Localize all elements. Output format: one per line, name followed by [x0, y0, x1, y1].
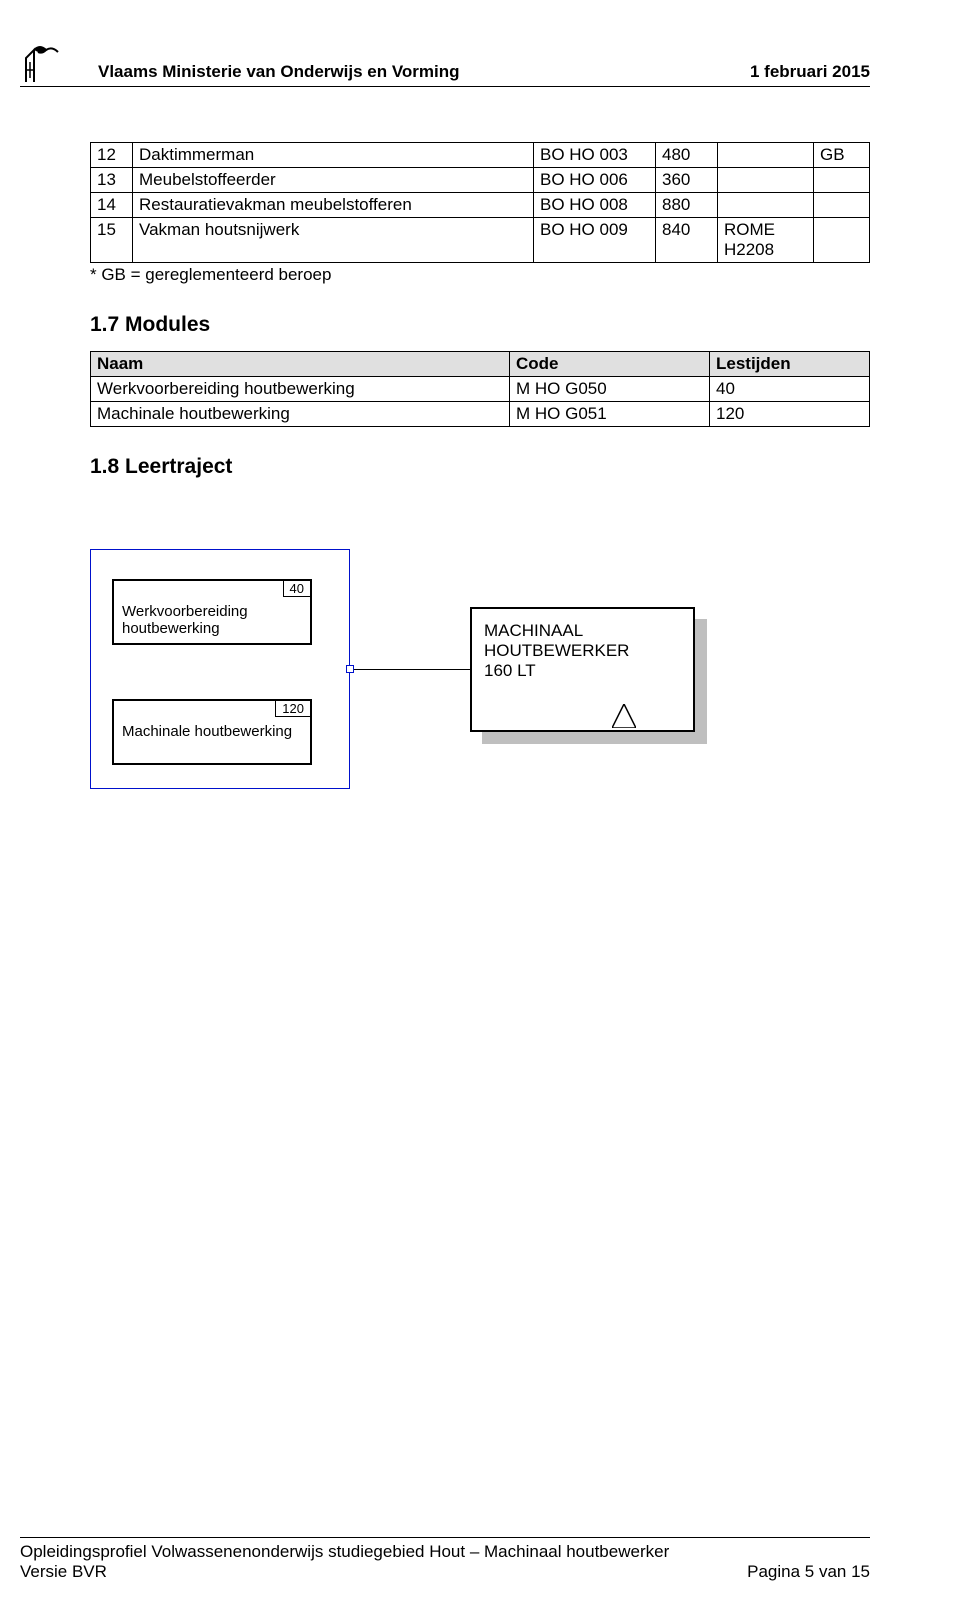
- cell-num: 13: [91, 168, 133, 193]
- table-row: 13 Meubelstoffeerder BO HO 006 360: [91, 168, 870, 193]
- cell-extra: [718, 193, 814, 218]
- col-naam: Naam: [91, 352, 510, 377]
- page-footer: Opleidingsprofiel Volwassenenonderwijs s…: [90, 1537, 870, 1582]
- module-box-1: 40 Werkvoorbereiding houtbewerking: [112, 579, 312, 645]
- page-fold-icon: [612, 704, 636, 728]
- cell-lt: 40: [710, 377, 870, 402]
- cell-extra: [718, 143, 814, 168]
- cell-gb: [814, 193, 870, 218]
- logo-icon: [20, 40, 68, 88]
- footer-rule: [20, 1537, 870, 1538]
- cell-gb: [814, 168, 870, 193]
- table-row: 14 Restauratievakman meubelstofferen BO …: [91, 193, 870, 218]
- cell-name: Machinale houtbewerking: [91, 402, 510, 427]
- cell-lt: 480: [656, 143, 718, 168]
- cell-extra: [718, 168, 814, 193]
- module-label-1: Werkvoorbereiding houtbewerking: [122, 603, 302, 637]
- section-1-7-title: 1.7 Modules: [90, 313, 870, 337]
- col-lestijden: Lestijden: [710, 352, 870, 377]
- table-row: 12 Daktimmerman BO HO 003 480 GB: [91, 143, 870, 168]
- footnote-gb: * GB = gereglementeerd beroep: [90, 265, 870, 285]
- professions-table: 12 Daktimmerman BO HO 003 480 GB 13 Meub…: [90, 142, 870, 263]
- section-1-8-title: 1.8 Leertraject: [90, 455, 870, 479]
- cell-code: BO HO 009: [534, 218, 656, 263]
- table-row: Machinale houtbewerking M HO G051 120: [91, 402, 870, 427]
- cell-lt: 360: [656, 168, 718, 193]
- cell-extra: ROME H2208: [718, 218, 814, 263]
- cell-gb: [814, 218, 870, 263]
- cell-code: M HO G051: [510, 402, 710, 427]
- cell-code: BO HO 008: [534, 193, 656, 218]
- connector-node-icon: [346, 665, 354, 673]
- cell-name: Werkvoorbereiding houtbewerking: [91, 377, 510, 402]
- module-box-2: 120 Machinale houtbewerking: [112, 699, 312, 765]
- header-org: Vlaams Ministerie van Onderwijs en Vormi…: [98, 62, 460, 82]
- footer-line1: Opleidingsprofiel Volwassenenonderwijs s…: [20, 1542, 669, 1562]
- page-header: Vlaams Ministerie van Onderwijs en Vormi…: [20, 40, 870, 82]
- cell-code: BO HO 003: [534, 143, 656, 168]
- cert-box: MACHINAAL HOUTBEWERKER 160 LT: [470, 607, 695, 732]
- cell-role: Restauratievakman meubelstofferen: [133, 193, 534, 218]
- cell-num: 12: [91, 143, 133, 168]
- cell-num: 14: [91, 193, 133, 218]
- cert-line2: HOUTBEWERKER: [484, 641, 681, 661]
- cell-num: 15: [91, 218, 133, 263]
- cell-role: Daktimmerman: [133, 143, 534, 168]
- module-lt-1: 40: [283, 581, 310, 597]
- header-date: 1 februari 2015: [750, 62, 870, 82]
- table-row: Werkvoorbereiding houtbewerking M HO G05…: [91, 377, 870, 402]
- cell-gb: GB: [814, 143, 870, 168]
- modules-table: Naam Code Lestijden Werkvoorbereiding ho…: [90, 351, 870, 427]
- footer-line2: Versie BVR: [20, 1562, 669, 1582]
- cell-role: Vakman houtsnijwerk: [133, 218, 534, 263]
- cert-line3: 160 LT: [484, 661, 681, 681]
- module-lt-2: 120: [275, 701, 310, 717]
- cell-code: BO HO 006: [534, 168, 656, 193]
- footer-page: Pagina 5 van 15: [747, 1562, 870, 1582]
- cell-code: M HO G050: [510, 377, 710, 402]
- connector-line: [354, 669, 470, 670]
- cert-line1: MACHINAAL: [484, 621, 681, 641]
- cell-lt: 120: [710, 402, 870, 427]
- module-label-2: Machinale houtbewerking: [122, 723, 302, 740]
- table-row: 15 Vakman houtsnijwerk BO HO 009 840 ROM…: [91, 218, 870, 263]
- learning-path-diagram: 40 Werkvoorbereiding houtbewerking 120 M…: [90, 549, 870, 809]
- cell-lt: 880: [656, 193, 718, 218]
- col-code: Code: [510, 352, 710, 377]
- cell-role: Meubelstoffeerder: [133, 168, 534, 193]
- cell-lt: 840: [656, 218, 718, 263]
